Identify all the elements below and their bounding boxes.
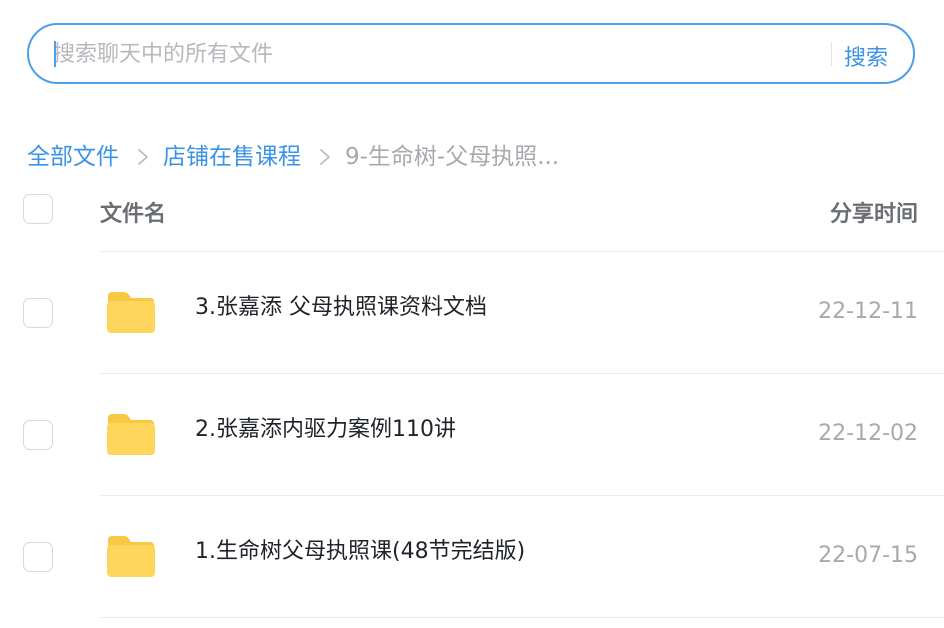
search-bar: 搜索 [27, 23, 915, 84]
file-browser: 搜索 全部文件 店铺在售课程 9-生命树-父母执照... 文件名 分享时间 3.… [0, 0, 944, 628]
table-header: 文件名 分享时间 [0, 188, 944, 234]
row-divider [100, 617, 944, 618]
file-share-date: 22-12-11 [818, 299, 918, 324]
chevron-right-icon [138, 149, 148, 165]
table-row[interactable]: 2.张嘉添内驱力案例110讲 22-12-02 [0, 374, 944, 496]
row-checkbox[interactable] [23, 298, 53, 328]
breadcrumb: 全部文件 店铺在售课程 9-生命树-父母执照... [27, 137, 560, 171]
search-button[interactable]: 搜索 [844, 40, 888, 72]
table-row[interactable]: 1.生命树父母执照课(48节完结版) 22-07-15 [0, 496, 944, 618]
column-header-share-time[interactable]: 分享时间 [830, 196, 918, 228]
column-header-name[interactable]: 文件名 [100, 196, 166, 228]
file-share-date: 22-12-02 [818, 421, 918, 446]
row-checkbox[interactable] [23, 542, 53, 572]
folder-icon [107, 292, 155, 333]
row-checkbox[interactable] [23, 420, 53, 450]
file-name: 2.张嘉添内驱力案例110讲 [195, 417, 456, 442]
search-divider [831, 42, 832, 66]
file-name: 3.张嘉添 父母执照课资料文档 [195, 295, 487, 320]
breadcrumb-item-all-files[interactable]: 全部文件 [27, 137, 119, 171]
folder-icon [107, 414, 155, 455]
chevron-right-icon [320, 149, 330, 165]
breadcrumb-item-current: 9-生命树-父母执照... [345, 144, 560, 170]
file-name: 1.生命树父母执照课(48节完结版) [195, 539, 526, 564]
folder-icon [107, 536, 155, 577]
table-row[interactable]: 3.张嘉添 父母执照课资料文档 22-12-11 [0, 252, 944, 374]
text-caret [54, 41, 56, 67]
file-share-date: 22-07-15 [818, 543, 918, 568]
breadcrumb-item-shop-courses[interactable]: 店铺在售课程 [163, 137, 301, 171]
search-input[interactable] [53, 39, 813, 69]
select-all-checkbox[interactable] [23, 194, 53, 224]
